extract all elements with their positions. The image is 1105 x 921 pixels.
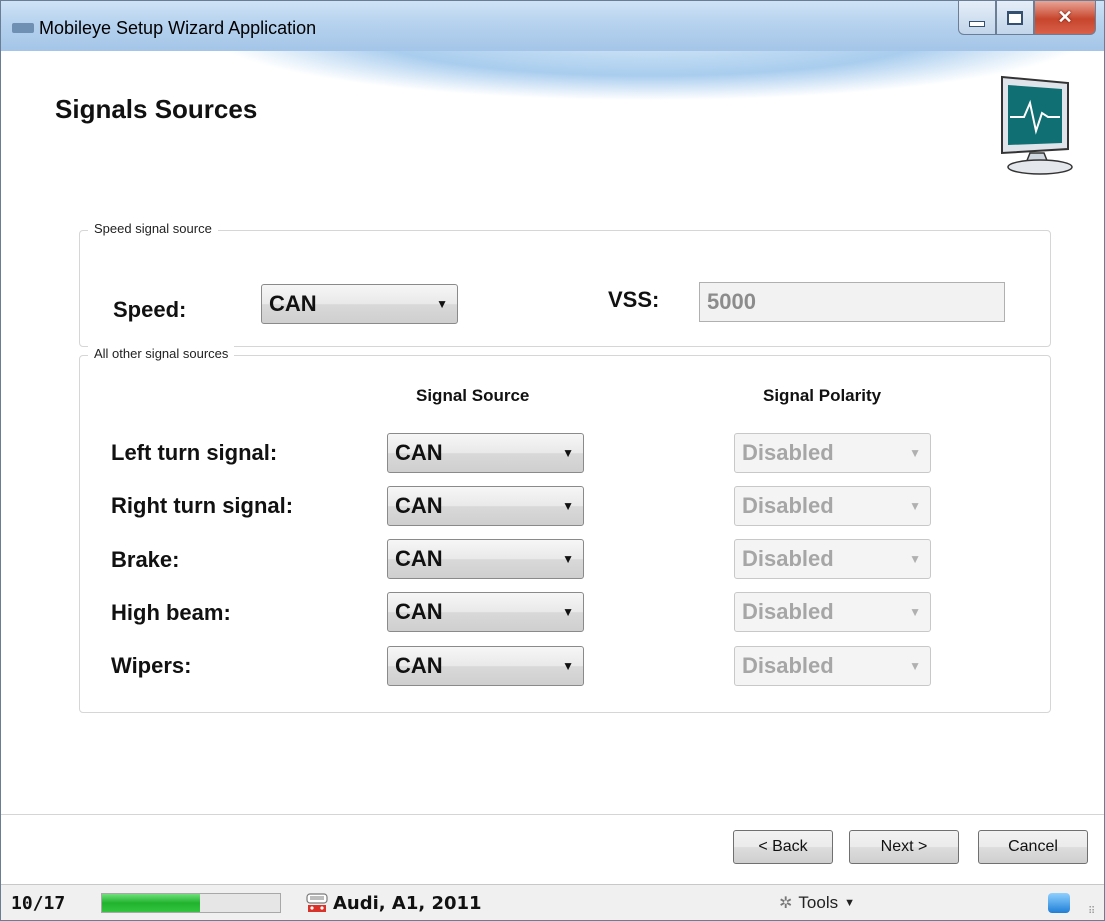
- header-decoration: [201, 51, 1101, 101]
- next-button[interactable]: Next >: [849, 830, 959, 864]
- tools-menu[interactable]: ✲ Tools ▼: [779, 893, 855, 913]
- chevron-down-icon: ▼: [562, 659, 574, 673]
- chevron-down-icon: ▼: [562, 605, 574, 619]
- speed-label: Speed:: [113, 297, 187, 322]
- brake-source-dropdown[interactable]: CAN ▼: [387, 539, 584, 579]
- tools-label: Tools: [798, 893, 839, 912]
- wipers-source-dropdown[interactable]: CAN ▼: [387, 646, 584, 686]
- wipers-label: Wipers:: [111, 653, 192, 678]
- step-counter: 10/17: [11, 893, 66, 914]
- chevron-down-icon: ▼: [844, 897, 855, 909]
- source-value: CAN: [395, 653, 443, 678]
- other-group-legend: All other signal sources: [88, 346, 235, 361]
- tools-icon: ✲: [779, 895, 793, 912]
- left-turn-polarity-dropdown: Disabled ▼: [734, 433, 931, 473]
- chevron-down-icon: ▼: [909, 446, 921, 460]
- minimize-icon: [969, 20, 985, 27]
- minimize-button[interactable]: [958, 1, 996, 35]
- progress-fill: [102, 894, 200, 912]
- source-value: CAN: [395, 599, 443, 624]
- footer-divider-highlight: [1, 815, 1104, 816]
- speed-source-dropdown[interactable]: CAN ▼: [261, 284, 458, 324]
- polarity-value: Disabled: [742, 653, 834, 678]
- polarity-value: Disabled: [742, 440, 834, 465]
- car-icon: [306, 893, 328, 912]
- left-turn-source-dropdown[interactable]: CAN ▼: [387, 433, 584, 473]
- brake-polarity-dropdown: Disabled ▼: [734, 539, 931, 579]
- chevron-down-icon: ▼: [562, 499, 574, 513]
- chevron-down-icon: ▼: [909, 499, 921, 513]
- signal-polarity-header: Signal Polarity: [763, 386, 882, 405]
- chevron-down-icon: ▼: [562, 446, 574, 460]
- maximize-button[interactable]: [996, 1, 1034, 35]
- source-value: CAN: [395, 493, 443, 518]
- page-title: Signals Sources: [55, 94, 258, 124]
- monitor-icon: [1001, 75, 1073, 175]
- vehicle-label: Audi, A1, 2011: [333, 893, 482, 914]
- vss-field[interactable]: 5000: [699, 282, 1005, 322]
- brake-label: Brake:: [111, 547, 180, 572]
- wipers-polarity-dropdown: Disabled ▼: [734, 646, 931, 686]
- teamviewer-icon[interactable]: [1048, 893, 1070, 913]
- vss-label: VSS:: [608, 287, 660, 312]
- left-turn-signal-label: Left turn signal:: [111, 440, 278, 465]
- wizard-header: Signals Sources: [1, 51, 1104, 191]
- right-turn-source-dropdown[interactable]: CAN ▼: [387, 486, 584, 526]
- close-button[interactable]: ✕: [1034, 1, 1096, 35]
- chevron-down-icon: ▼: [562, 552, 574, 566]
- high-beam-source-dropdown[interactable]: CAN ▼: [387, 592, 584, 632]
- speed-group-legend: Speed signal source: [88, 221, 218, 236]
- right-turn-signal-label: Right turn signal:: [111, 493, 294, 518]
- signal-source-header: Signal Source: [416, 386, 530, 405]
- polarity-value: Disabled: [742, 493, 834, 518]
- source-value: CAN: [395, 546, 443, 571]
- wizard-progress-bar: [101, 893, 281, 913]
- cancel-button[interactable]: Cancel: [978, 830, 1088, 864]
- high-beam-polarity-dropdown: Disabled ▼: [734, 592, 931, 632]
- high-beam-label: High beam:: [111, 600, 231, 625]
- close-icon: ✕: [1057, 7, 1073, 27]
- polarity-value: Disabled: [742, 546, 834, 571]
- polarity-value: Disabled: [742, 599, 834, 624]
- source-value: CAN: [395, 440, 443, 465]
- resize-grip[interactable]: ⠿: [1088, 906, 1100, 918]
- right-turn-polarity-dropdown: Disabled ▼: [734, 486, 931, 526]
- window-controls: ✕: [958, 1, 1096, 37]
- chevron-down-icon: ▼: [436, 297, 448, 311]
- chevron-down-icon: ▼: [909, 605, 921, 619]
- status-bar: 10/17 Audi, A1, 2011 ✲ Tools ▼ ⠿: [1, 884, 1104, 920]
- window-title: Mobileye Setup Wizard Application: [39, 18, 317, 38]
- chevron-down-icon: ▼: [909, 659, 921, 673]
- title-bar[interactable]: Mobileye Setup Wizard Application ✕: [1, 1, 1104, 51]
- app-window: Mobileye Setup Wizard Application ✕ Sign…: [0, 0, 1105, 921]
- app-icon: [12, 23, 34, 33]
- back-button[interactable]: < Back: [733, 830, 833, 864]
- chevron-down-icon: ▼: [909, 552, 921, 566]
- maximize-icon: [1007, 10, 1023, 25]
- speed-source-value: CAN: [269, 291, 317, 316]
